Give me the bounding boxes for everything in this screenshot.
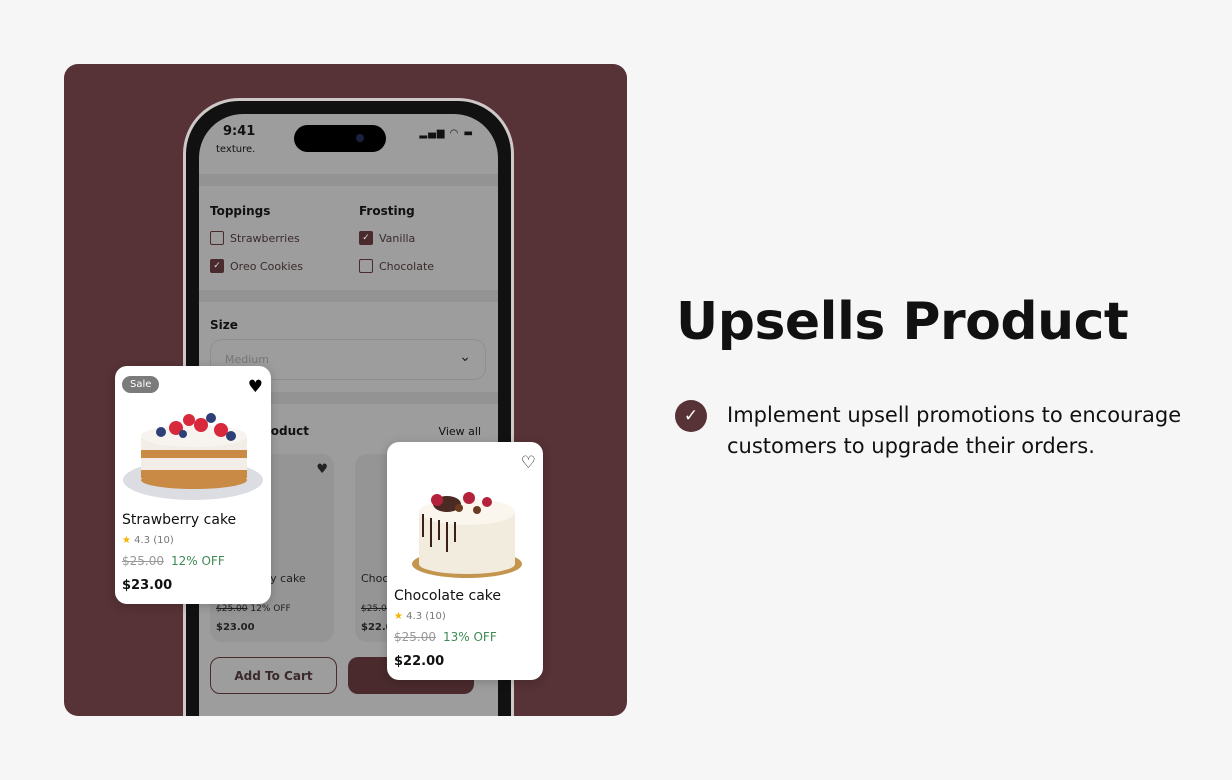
strawberry-cake-image (123, 413, 263, 500)
price: $23.00 (122, 578, 173, 593)
product-name: Strawberry cake (122, 512, 237, 528)
divider (199, 290, 498, 302)
view-all-link[interactable]: View all (439, 425, 481, 438)
status-icons: ▂▄▆ ◠ ▬ (419, 128, 474, 139)
star-icon: ★ (394, 611, 403, 622)
chocolate-cake-image (412, 492, 522, 578)
divider (199, 174, 498, 186)
checkbox-checked[interactable]: ✓ (210, 259, 224, 273)
frosting-title: Frosting (359, 204, 415, 218)
checkbox[interactable] (359, 259, 373, 273)
sale-badge: Sale (122, 376, 160, 393)
product-card-strawberry[interactable]: Sale ♥ Strawberry cake ★ 4.3 (10) $25.00… (115, 366, 271, 604)
old-price: $25.00 (394, 630, 436, 644)
checkbox-checked[interactable]: ✓ (359, 231, 373, 245)
price: $22.00 (394, 654, 445, 669)
feature-description: Implement upsell promotions to encourage… (727, 403, 1182, 458)
option-chocolate[interactable]: Chocolate (359, 259, 434, 273)
rating: ★ 4.3 (10) (394, 611, 446, 622)
option-label: Strawberries (230, 231, 300, 245)
star-icon: ★ (122, 535, 131, 546)
heart-filled-icon[interactable]: ♥ (248, 379, 263, 396)
price-row: $25.00 12% OFF (122, 554, 225, 568)
rating: ★ 4.3 (10) (122, 535, 174, 546)
option-label: Chocolate (379, 259, 435, 273)
option-oreo-cookies[interactable]: ✓ Oreo Cookies (210, 259, 303, 273)
option-strawberries[interactable]: Strawberries (210, 231, 300, 245)
toppings-title: Toppings (210, 204, 271, 218)
feature-heading: Upsells Product (676, 292, 1129, 352)
dynamic-island (294, 125, 386, 152)
heart-filled-icon[interactable]: ♥ (316, 462, 328, 477)
status-time: 9:41 (223, 124, 256, 139)
checkbox[interactable] (210, 231, 224, 245)
price: $23.00 (216, 622, 255, 633)
check-circle-icon: ✓ (675, 400, 707, 432)
add-to-cart-button[interactable]: Add To Cart (210, 657, 337, 694)
option-vanilla[interactable]: ✓ Vanilla (359, 231, 415, 245)
discount: 12% OFF (171, 554, 225, 568)
size-value: Medium (225, 353, 269, 366)
product-name: Chocolate cake (394, 588, 501, 604)
old-price: $25.00 (216, 604, 248, 614)
option-label: Vanilla (379, 231, 416, 245)
option-label: Oreo Cookies (230, 259, 303, 273)
heart-outline-icon[interactable]: ♡ (521, 455, 536, 472)
chevron-down-icon: ⌄ (459, 349, 471, 365)
description-tail: texture. (216, 144, 256, 155)
discount: 12% OFF (250, 604, 291, 614)
size-title: Size (210, 318, 238, 332)
price-row: $25.00 13% OFF (394, 630, 497, 644)
discount: 13% OFF (443, 630, 497, 644)
old-price: $25.00 (122, 554, 164, 568)
showcase-panel: 9:41 ▂▄▆ ◠ ▬ texture. Toppings Strawberr… (64, 64, 627, 716)
product-card-chocolate[interactable]: ♡ Chocolate cake ★ 4.3 (10) $25.00 13% OF… (387, 442, 543, 680)
